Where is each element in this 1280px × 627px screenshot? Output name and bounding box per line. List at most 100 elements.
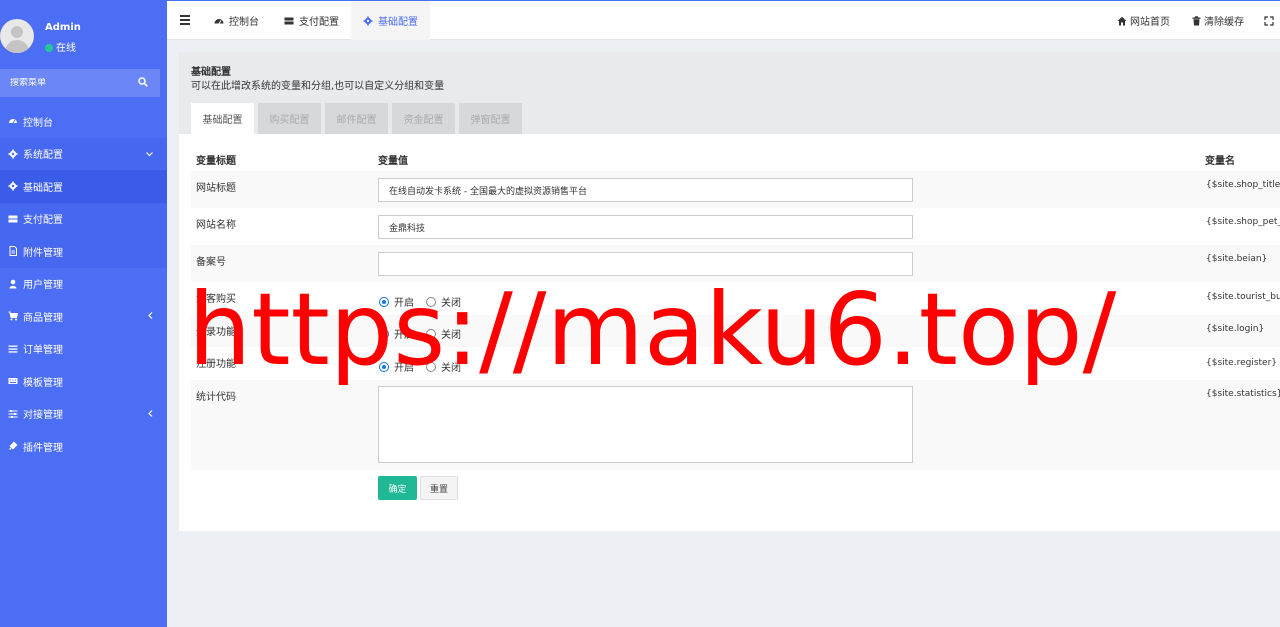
beian-input[interactable] xyxy=(378,252,913,276)
sidebar-item-label: 支付配置 xyxy=(23,215,63,227)
row-label: 注册功能 xyxy=(196,359,236,370)
sidebar-item-payment-config[interactable]: 支付配置 xyxy=(0,202,167,235)
tab-payment-config[interactable]: 支付配置 xyxy=(272,1,351,40)
list-icon xyxy=(8,344,18,354)
radio-on-label: 开启 xyxy=(394,363,414,374)
sidebar-item-users[interactable]: 用户管理 xyxy=(0,268,167,301)
header-title: 变量标题 xyxy=(196,156,236,167)
chevron-left-icon xyxy=(148,409,153,420)
clear-cache-button[interactable]: 清除缓存 xyxy=(1192,1,1244,40)
home-label: 网站首页 xyxy=(1130,17,1170,28)
online-dot-icon xyxy=(45,44,53,52)
user-icon xyxy=(8,279,18,289)
sidebar-item-label: 用户管理 xyxy=(23,280,63,292)
row-label: 游客购买 xyxy=(196,294,236,305)
sliders-icon xyxy=(8,409,18,419)
gear-icon xyxy=(363,16,373,26)
sidebar-item-templates[interactable]: 模板管理 xyxy=(0,365,167,398)
row-label: 登录功能 xyxy=(196,327,236,338)
home-icon xyxy=(1117,16,1127,26)
table-row: 注册功能 开启 关闭 {$site.register} xyxy=(191,347,1280,380)
confirm-button[interactable]: 确定 xyxy=(378,476,417,500)
sidebar-item-label: 插件管理 xyxy=(23,442,63,454)
table-row: 备案号 {$site.beian} xyxy=(191,245,1280,282)
trash-icon xyxy=(1192,15,1201,26)
menu-search xyxy=(0,69,160,97)
menu-search-input[interactable] xyxy=(10,78,138,88)
page-description: 可以在此增改系统的变量和分组,也可以自定义分组和变量 xyxy=(191,81,445,92)
row-var: {$site.shop_title} xyxy=(1206,180,1280,190)
sidebar-item-orders[interactable]: 订单管理 xyxy=(0,333,167,366)
table-row: 游客购买 开启 关闭 {$site.tourist_buy xyxy=(191,282,1280,319)
user-status-text: 在线 xyxy=(56,43,76,54)
radio-off[interactable] xyxy=(426,328,436,339)
subtab-popup[interactable]: 弹窗配置 xyxy=(459,103,522,134)
radio-on-label: 开启 xyxy=(394,298,414,309)
sidebar-item-plugins[interactable]: 插件管理 xyxy=(0,430,167,463)
plug-icon xyxy=(8,441,18,451)
cache-label: 清除缓存 xyxy=(1204,17,1244,28)
site-name-input[interactable] xyxy=(378,215,913,239)
reset-button[interactable]: 重置 xyxy=(420,476,458,500)
tourist-buy-radios: 开启 关闭 xyxy=(379,294,473,309)
sidebar-item-integration[interactable]: 对接管理 xyxy=(0,398,167,431)
tab-basic-config[interactable]: 基础配置 xyxy=(351,1,430,40)
radio-off-label: 关闭 xyxy=(441,330,461,341)
row-var: {$site.shop_pet_ xyxy=(1206,217,1280,227)
sidebar-menu: 控制台 系统配置 基础配置 支付配置 附件管理 用户管理 商品管理 订单管理 模… xyxy=(0,105,167,463)
sidebar-item-attachment[interactable]: 附件管理 xyxy=(0,235,167,268)
page-title: 基础配置 xyxy=(191,67,231,78)
server-icon xyxy=(8,214,18,224)
row-var: {$site.login} xyxy=(1206,324,1265,334)
sidebar: Admin 在线 控制台 系统配置 基础配置 支付配置 附件管理 xyxy=(0,0,167,627)
tab-label: 控制台 xyxy=(229,17,259,28)
table-row: 登录功能 开启 关闭 {$site.login} xyxy=(191,315,1280,347)
site-title-input[interactable] xyxy=(378,178,913,202)
subtab-mail[interactable]: 邮件配置 xyxy=(325,103,388,134)
row-label: 备案号 xyxy=(196,257,226,268)
register-radios: 开启 关闭 xyxy=(379,359,473,374)
cart-icon xyxy=(8,311,19,321)
header-value: 变量值 xyxy=(378,156,408,167)
gear-icon xyxy=(8,149,18,159)
fullscreen-icon[interactable] xyxy=(1264,1,1274,40)
menu-toggle-icon[interactable] xyxy=(180,15,190,25)
sidebar-item-system-config[interactable]: 系统配置 xyxy=(0,137,167,170)
content-panel: 基础配置 可以在此增改系统的变量和分组,也可以自定义分组和变量 基础配置 购买配… xyxy=(179,52,1280,531)
tab-label: 支付配置 xyxy=(299,17,339,28)
subtab-basic[interactable]: 基础配置 xyxy=(191,103,254,134)
row-var: {$site.tourist_buy xyxy=(1206,292,1280,302)
sidebar-item-basic-config[interactable]: 基础配置 xyxy=(0,170,167,203)
sidebar-item-products[interactable]: 商品管理 xyxy=(0,300,167,333)
table-row: 网站名称 {$site.shop_pet_ xyxy=(191,208,1280,245)
keyboard-icon xyxy=(8,376,18,386)
sidebar-item-label: 订单管理 xyxy=(23,345,63,357)
row-var: {$site.beian} xyxy=(1206,254,1268,264)
subtab-funds[interactable]: 资金配置 xyxy=(392,103,455,134)
subtab-purchase[interactable]: 购买配置 xyxy=(258,103,321,134)
row-var: {$site.register} xyxy=(1206,358,1278,368)
radio-off-label: 关闭 xyxy=(441,363,461,374)
sidebar-item-label: 对接管理 xyxy=(23,410,63,422)
header-name: 变量名 xyxy=(1205,156,1235,167)
radio-on[interactable] xyxy=(379,296,389,307)
avatar[interactable] xyxy=(0,19,34,53)
user-name: Admin xyxy=(45,22,81,33)
sidebar-item-label: 附件管理 xyxy=(23,247,63,259)
row-label: 统计代码 xyxy=(196,392,236,403)
sidebar-item-label: 商品管理 xyxy=(23,312,63,324)
file-icon xyxy=(8,246,18,257)
search-icon[interactable] xyxy=(138,77,150,89)
radio-on[interactable] xyxy=(379,328,389,339)
row-label: 网站名称 xyxy=(196,220,236,231)
dashboard-icon xyxy=(8,116,18,126)
tab-dashboard[interactable]: 控制台 xyxy=(202,1,271,40)
statistics-textarea[interactable] xyxy=(378,386,913,463)
sidebar-item-label: 基础配置 xyxy=(23,182,63,194)
site-home-link[interactable]: 网站首页 xyxy=(1117,1,1170,40)
login-radios: 开启 关闭 xyxy=(379,326,473,341)
radio-on[interactable] xyxy=(379,361,389,372)
radio-off[interactable] xyxy=(426,296,436,307)
radio-off[interactable] xyxy=(426,361,436,372)
sidebar-item-dashboard[interactable]: 控制台 xyxy=(0,105,167,138)
